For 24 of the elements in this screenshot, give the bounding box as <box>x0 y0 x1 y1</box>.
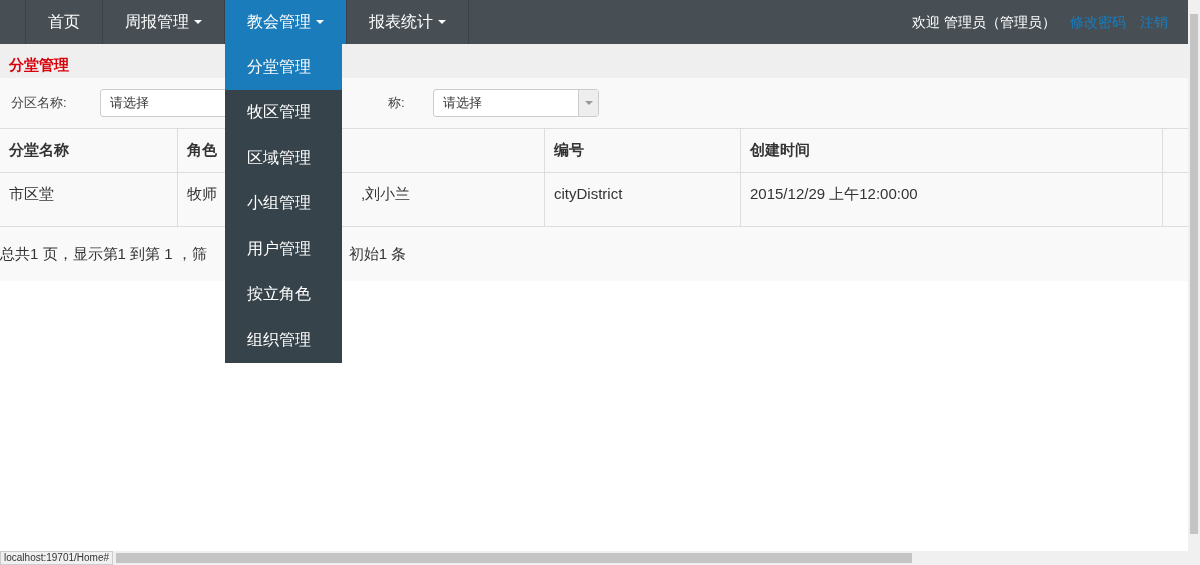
column-header: 编号 <box>545 129 741 172</box>
welcome-text: 欢迎 管理员（管理员） <box>912 12 1056 32</box>
table-cell: 市区堂 <box>0 173 178 226</box>
caret-icon <box>316 20 324 24</box>
table-cell: cityDistrict <box>545 173 741 226</box>
nav-tab[interactable]: 教会管理 <box>224 0 346 44</box>
horizontal-scrollbar[interactable] <box>116 553 913 563</box>
table-cell: 2015/12/29 上午12:00:00 <box>741 173 1163 226</box>
pager-text: 初始1 条 <box>348 243 407 264</box>
caret-icon <box>194 20 202 24</box>
caret-icon <box>584 101 593 105</box>
column-header: 分堂名称 <box>0 129 178 172</box>
filter-label: 分区名称: <box>11 94 68 113</box>
caret-icon <box>438 20 446 24</box>
vertical-scrollbar[interactable] <box>1188 0 1200 553</box>
menu-item[interactable]: 组织管理 <box>225 317 342 363</box>
filter-label: 称: <box>388 94 406 113</box>
column-header: 创建时间 <box>741 129 1163 172</box>
select-field[interactable]: 请选择 <box>433 89 599 117</box>
pager-text: 总共1 页，显示第1 到第 1 ，筛 <box>0 243 207 264</box>
menu-item[interactable]: 用户管理 <box>225 226 342 272</box>
menu-item[interactable]: 按立角色 <box>225 271 342 317</box>
menu-item[interactable]: 分堂管理 <box>225 44 342 90</box>
status-text: localhost:19701/Home# <box>0 551 114 565</box>
